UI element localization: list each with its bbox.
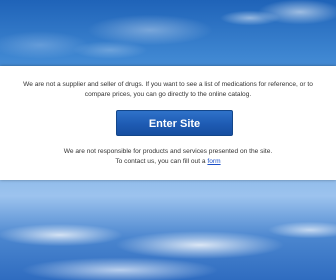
disclaimer-line-2: To contact us, you can fill out a bbox=[115, 158, 206, 165]
intro-line-1: We are not a supplier and seller of drug… bbox=[23, 81, 313, 88]
notice-panel: We are not a supplier and seller of drug… bbox=[0, 66, 336, 180]
sky-background-top bbox=[0, 0, 336, 66]
intro-text: We are not a supplier and seller of drug… bbox=[18, 80, 318, 100]
disclaimer-line-1: We are not responsible for products and … bbox=[63, 148, 273, 155]
enter-site-button[interactable]: Enter Site bbox=[116, 110, 233, 136]
disclaimer-text: We are not responsible for products and … bbox=[18, 147, 318, 167]
sky-background-bottom bbox=[0, 180, 336, 280]
intro-line-2: compare prices, you can go directly to t… bbox=[84, 91, 252, 98]
contact-form-link[interactable]: form bbox=[207, 158, 220, 165]
